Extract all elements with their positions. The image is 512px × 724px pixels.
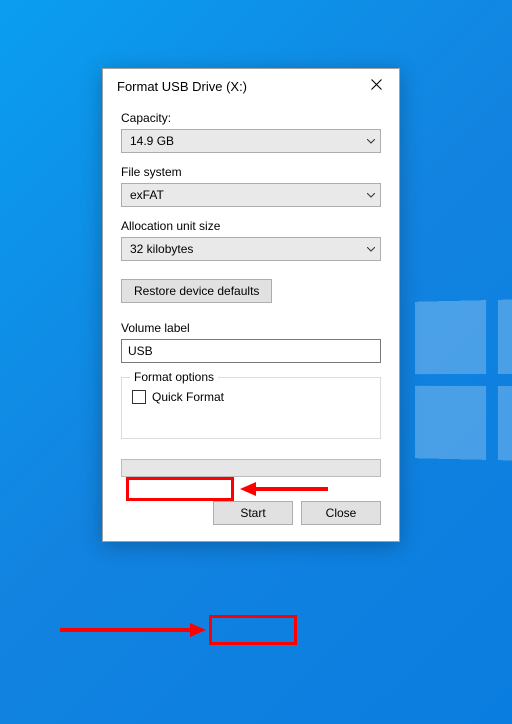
progress-bar — [121, 459, 381, 477]
filesystem-select[interactable]: exFAT — [121, 183, 381, 207]
close-button-label: Close — [326, 506, 357, 520]
allocation-value: 32 kilobytes — [130, 242, 366, 256]
quick-format-row: Quick Format — [132, 388, 370, 406]
desktop-background: Format USB Drive (X:) Capacity: 14.9 GB … — [0, 0, 512, 724]
volume-label-label: Volume label — [121, 321, 381, 335]
chevron-down-icon — [366, 247, 376, 252]
annotation-arrowhead-start — [190, 623, 206, 637]
close-button[interactable] — [359, 72, 393, 100]
format-dialog: Format USB Drive (X:) Capacity: 14.9 GB … — [102, 68, 400, 542]
filesystem-label: File system — [121, 165, 381, 179]
annotation-arrow-start — [60, 628, 190, 632]
capacity-value: 14.9 GB — [130, 134, 366, 148]
chevron-down-icon — [366, 139, 376, 144]
quick-format-checkbox[interactable] — [132, 390, 146, 404]
chevron-down-icon — [366, 193, 376, 198]
dialog-titlebar: Format USB Drive (X:) — [103, 69, 399, 103]
close-dialog-button[interactable]: Close — [301, 501, 381, 525]
format-options-legend: Format options — [130, 370, 218, 384]
dialog-button-row: Start Close — [121, 501, 381, 525]
format-options-fieldset: Format options Quick Format — [121, 377, 381, 439]
allocation-label: Allocation unit size — [121, 219, 381, 233]
start-button-label: Start — [240, 506, 265, 520]
capacity-select[interactable]: 14.9 GB — [121, 129, 381, 153]
annotation-start-box — [209, 615, 297, 645]
capacity-label: Capacity: — [121, 111, 381, 125]
restore-defaults-label: Restore device defaults — [134, 284, 259, 298]
start-button[interactable]: Start — [213, 501, 293, 525]
quick-format-label: Quick Format — [152, 390, 224, 404]
close-icon — [371, 79, 382, 93]
filesystem-value: exFAT — [130, 188, 366, 202]
allocation-select[interactable]: 32 kilobytes — [121, 237, 381, 261]
windows-logo-decoration — [415, 298, 512, 462]
restore-defaults-button[interactable]: Restore device defaults — [121, 279, 272, 303]
dialog-body: Capacity: 14.9 GB File system exFAT Allo… — [103, 103, 399, 541]
dialog-title: Format USB Drive (X:) — [117, 79, 359, 94]
volume-label-input[interactable] — [121, 339, 381, 363]
